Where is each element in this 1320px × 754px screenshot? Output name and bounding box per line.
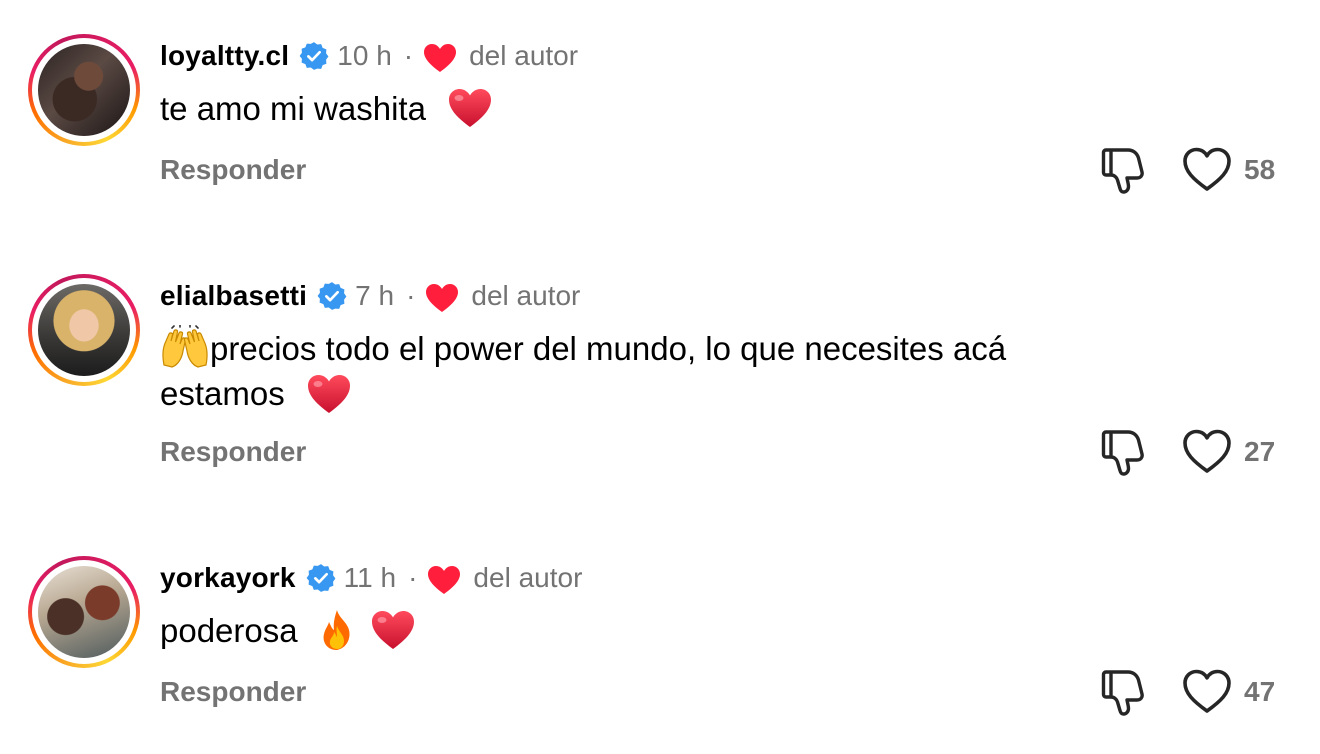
comment-header: loyaltty.cl 10 h · del autor bbox=[160, 38, 578, 74]
verified-badge-icon bbox=[317, 281, 347, 311]
username[interactable]: loyaltty.cl bbox=[160, 40, 289, 72]
verified-badge-icon bbox=[299, 41, 329, 71]
separator-dot: · bbox=[408, 562, 418, 593]
separator-dot: · bbox=[406, 280, 416, 311]
avatar-photo bbox=[38, 284, 130, 376]
avatar[interactable] bbox=[28, 34, 140, 146]
comment-time: 11 h bbox=[343, 562, 397, 593]
author-liked-label: del autor bbox=[471, 280, 581, 311]
comment-text-line1: precios todo el power del mundo, lo que … bbox=[210, 330, 1007, 367]
comment-header: yorkayork 11 h · del autor bbox=[160, 560, 582, 596]
red-heart-emoji bbox=[447, 87, 493, 129]
red-heart-emoji bbox=[370, 609, 416, 651]
heart-filled-icon bbox=[423, 43, 457, 73]
avatar-photo bbox=[38, 44, 130, 136]
like-count: 58 bbox=[1244, 154, 1276, 185]
comment-text-content: te amo mi washita bbox=[160, 90, 426, 127]
thumbs-down-icon[interactable] bbox=[1100, 428, 1146, 476]
avatar[interactable] bbox=[28, 556, 140, 668]
heart-outline-icon[interactable] bbox=[1182, 146, 1232, 192]
comment-text: te amo mi washita bbox=[160, 88, 1160, 132]
author-liked-label: del autor bbox=[469, 40, 579, 71]
comment-text-content: poderosa bbox=[160, 612, 298, 649]
comment-text: precios todo el power del mundo, lo que … bbox=[160, 325, 1160, 418]
raising-hands-emoji bbox=[162, 325, 208, 368]
reply-button[interactable]: Responder bbox=[160, 676, 306, 708]
reply-button[interactable]: Responder bbox=[160, 436, 306, 468]
fire-emoji bbox=[323, 610, 350, 651]
red-heart-emoji bbox=[306, 373, 352, 415]
comment-text: poderosa bbox=[160, 610, 1160, 655]
heart-filled-icon bbox=[427, 565, 461, 595]
like-count: 27 bbox=[1244, 436, 1276, 467]
heart-outline-icon[interactable] bbox=[1182, 668, 1232, 714]
verified-badge-icon bbox=[306, 563, 336, 593]
avatar[interactable] bbox=[28, 274, 140, 386]
comment-time: 7 h bbox=[355, 280, 395, 311]
comment-text-line2: estamos bbox=[160, 375, 285, 413]
heart-outline-icon[interactable] bbox=[1182, 428, 1232, 474]
comment-header: elialbasetti 7 h · del autor bbox=[160, 278, 580, 314]
reply-button[interactable]: Responder bbox=[160, 154, 306, 186]
username[interactable]: elialbasetti bbox=[160, 280, 307, 312]
heart-filled-icon bbox=[425, 283, 459, 313]
thumbs-down-icon[interactable] bbox=[1100, 668, 1146, 716]
avatar-photo bbox=[38, 566, 130, 658]
like-count: 47 bbox=[1244, 676, 1276, 707]
thumbs-down-icon[interactable] bbox=[1100, 146, 1146, 194]
comment-time: 10 h bbox=[337, 40, 392, 71]
username[interactable]: yorkayork bbox=[160, 562, 296, 594]
author-liked-label: del autor bbox=[473, 562, 583, 593]
separator-dot: · bbox=[403, 40, 414, 71]
